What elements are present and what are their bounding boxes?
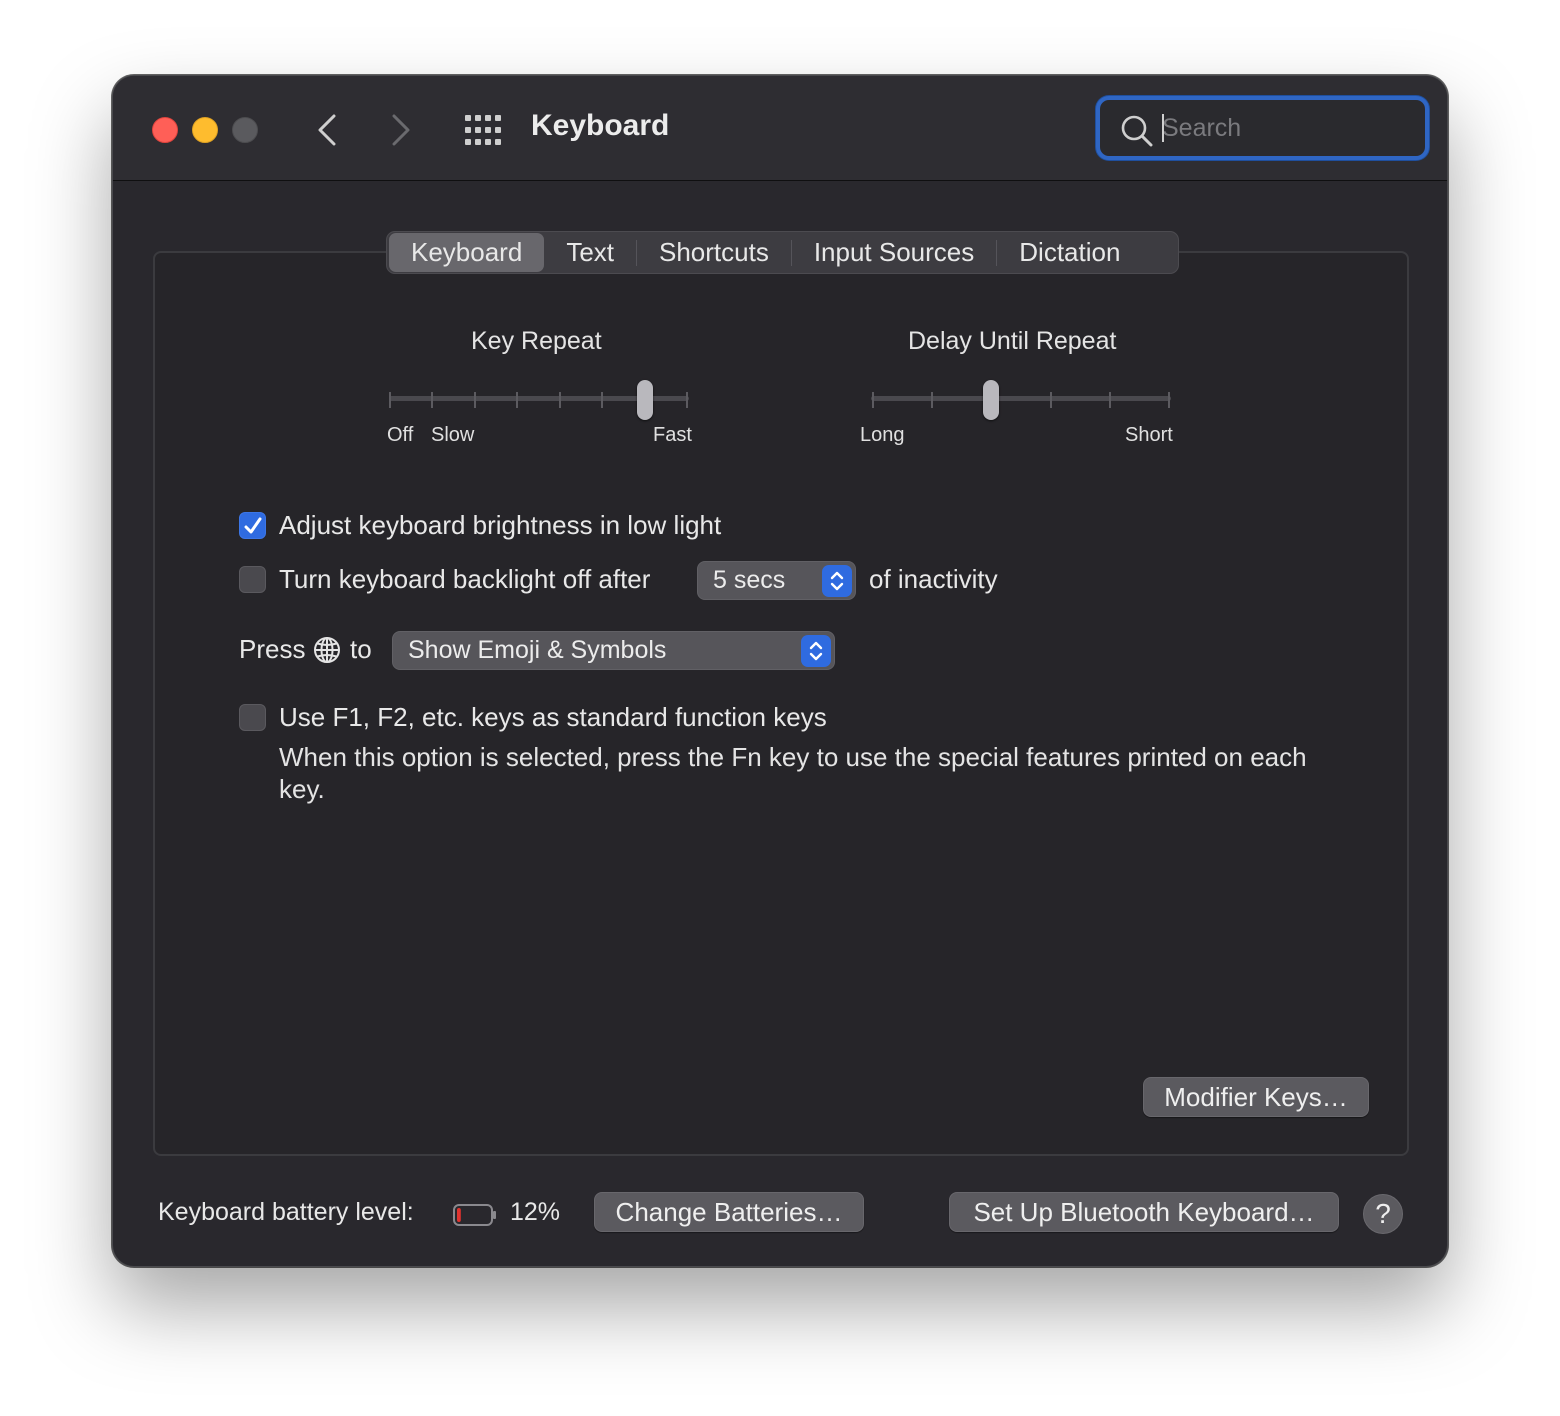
chevron-right-icon <box>392 114 410 146</box>
text-cursor <box>1162 114 1164 142</box>
delay-until-repeat-title: Delay Until Repeat <box>908 327 1117 355</box>
tab-label: Keyboard <box>411 237 523 267</box>
tab-label: Dictation <box>1019 237 1121 267</box>
slider-tick <box>473 392 476 408</box>
backlight-off-label: Turn keyboard backlight off after <box>279 564 651 594</box>
chevron-left-icon <box>318 114 336 146</box>
backlight-timeout-value: 5 secs <box>713 566 786 594</box>
slider-track <box>871 396 1171 401</box>
battery-level-label: Keyboard battery level: <box>158 1198 414 1226</box>
back-button[interactable] <box>307 110 347 150</box>
window-title: Keyboard <box>531 109 670 142</box>
slider-tick <box>431 392 434 408</box>
tab-label: Text <box>566 237 614 267</box>
battery-icon <box>453 1204 496 1226</box>
setup-bluetooth-keyboard-button[interactable]: Set Up Bluetooth Keyboard… <box>949 1192 1339 1232</box>
search-input[interactable] <box>1162 108 1412 148</box>
tab-shortcuts[interactable]: Shortcuts <box>637 233 791 272</box>
tab-text[interactable]: Text <box>544 233 636 272</box>
forward-button[interactable] <box>381 110 421 150</box>
backlight-off-checkbox[interactable] <box>239 566 266 593</box>
function-keys-description: When this option is selected, press the … <box>279 742 1307 804</box>
inactivity-label: of inactivity <box>869 564 998 594</box>
tab-label: Input Sources <box>813 237 975 267</box>
globe-action-popup[interactable]: Show Emoji & Symbols <box>392 631 835 670</box>
slider-tick <box>389 392 391 408</box>
slider-tick <box>558 392 561 408</box>
slider-tick <box>601 392 604 408</box>
tab-input-sources[interactable]: Input Sources <box>792 233 996 272</box>
modifier-keys-button[interactable]: Modifier Keys… <box>1143 1077 1369 1117</box>
function-keys-label: Use F1, F2, etc. keys as standard functi… <box>279 702 827 732</box>
close-window-button[interactable] <box>152 117 178 143</box>
checkmark-icon <box>244 517 261 533</box>
backlight-timeout-popup[interactable]: 5 secs <box>697 561 856 600</box>
help-button[interactable]: ? <box>1363 1194 1403 1234</box>
keyboard-preferences-window: Keyboard Keyboard Text Shortcuts Input S… <box>112 75 1448 1267</box>
delay-short-label: Short <box>1125 424 1173 446</box>
tab-dictation[interactable]: Dictation <box>997 233 1142 272</box>
tab-keyboard[interactable]: Keyboard <box>389 233 545 272</box>
updown-arrows-icon <box>801 635 831 667</box>
slider-tick <box>1168 392 1170 408</box>
slider-tick <box>516 392 519 408</box>
slider-knob[interactable] <box>636 380 653 420</box>
slider-tick <box>1049 392 1052 408</box>
key-repeat-fast-label: Fast <box>653 424 692 446</box>
adjust-brightness-label: Adjust keyboard brightness in low light <box>279 510 722 540</box>
adjust-brightness-checkbox[interactable] <box>239 512 266 539</box>
show-all-grid-icon[interactable] <box>463 112 503 148</box>
battery-percent: 12% <box>510 1198 561 1226</box>
delay-long-label: Long <box>860 424 905 446</box>
globe-icon <box>314 637 340 663</box>
tab-bar: Keyboard Text Shortcuts Input Sources Di… <box>386 231 1179 274</box>
slider-tick <box>931 392 934 408</box>
titlebar: Keyboard <box>113 76 1447 181</box>
function-keys-checkbox[interactable] <box>239 704 266 731</box>
minimize-window-button[interactable] <box>192 117 218 143</box>
globe-action-value: Show Emoji & Symbols <box>408 636 667 664</box>
zoom-window-button <box>232 117 258 143</box>
key-repeat-slow-label: Slow <box>431 424 475 446</box>
key-repeat-title: Key Repeat <box>471 327 602 355</box>
key-repeat-off-label: Off <box>387 424 414 446</box>
change-batteries-button[interactable]: Change Batteries… <box>594 1192 864 1232</box>
updown-arrows-icon <box>822 565 852 597</box>
tab-label: Shortcuts <box>659 237 769 267</box>
press-label: Press <box>239 634 306 664</box>
search-field[interactable] <box>1096 96 1429 160</box>
slider-tick <box>1108 392 1111 408</box>
to-label: to <box>350 634 372 664</box>
slider-knob[interactable] <box>983 380 1000 420</box>
slider-tick <box>686 392 688 408</box>
search-icon <box>1121 115 1153 147</box>
slider-tick <box>872 392 874 408</box>
